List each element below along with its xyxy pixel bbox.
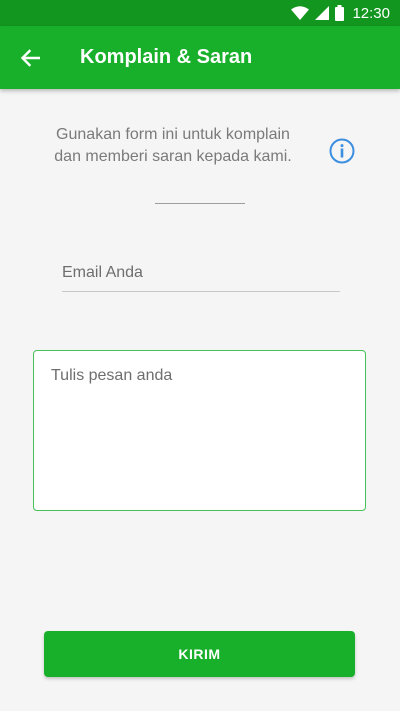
battery-icon: [335, 5, 345, 21]
page-title: Komplain & Saran: [80, 46, 253, 68]
app-bar: Komplain & Saran: [0, 26, 400, 89]
submit-button[interactable]: KIRIM: [44, 631, 355, 677]
email-field[interactable]: [62, 255, 340, 292]
form-description: Gunakan form ini untuk komplain dan memb…: [38, 124, 308, 168]
arrow-left-icon: [20, 48, 40, 67]
form-description-line2: dan memberi saran kepada kami.: [54, 148, 292, 165]
wifi-icon: [291, 6, 310, 20]
cellular-signal-icon: [315, 6, 330, 20]
info-icon[interactable]: [329, 138, 355, 164]
form-description-line1: Gunakan form ini untuk komplain: [56, 126, 290, 143]
section-divider: [155, 203, 245, 204]
status-bar: 12:30: [0, 0, 400, 26]
back-button[interactable]: [0, 26, 62, 89]
status-time: 12:30: [352, 4, 390, 22]
message-field[interactable]: [33, 350, 366, 511]
